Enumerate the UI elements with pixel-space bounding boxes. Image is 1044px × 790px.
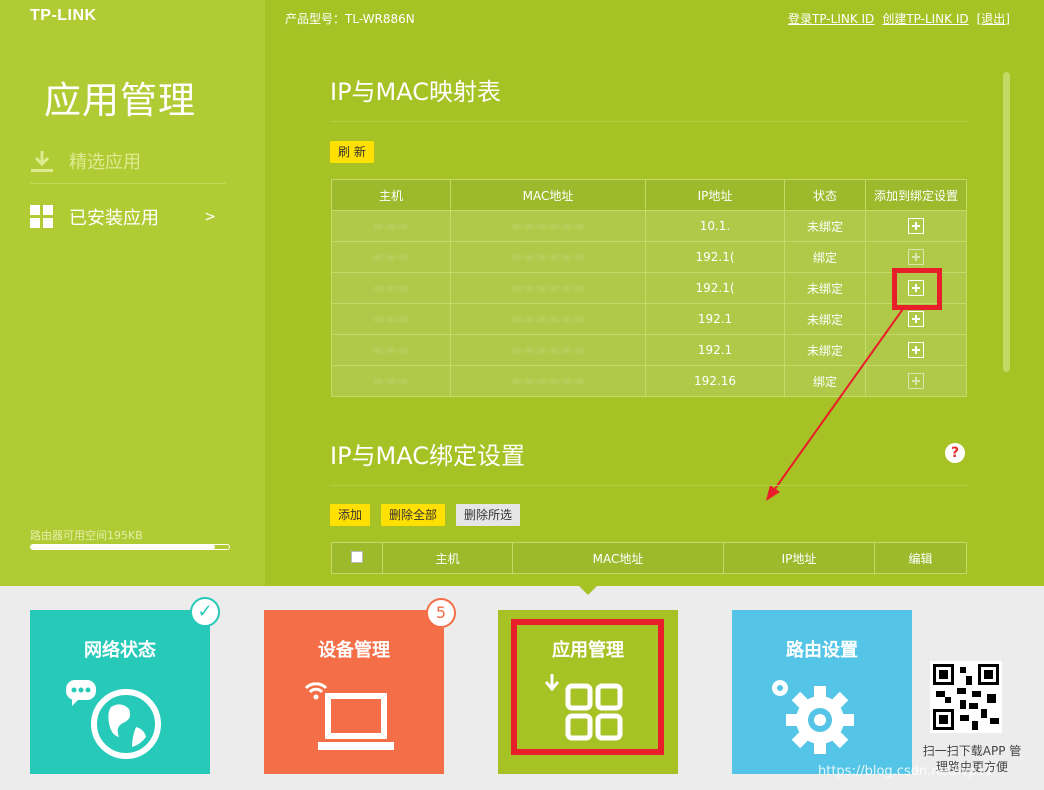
tile-label: 应用管理 <box>552 640 624 661</box>
bind-table: 主机 MAC地址 IP地址 编辑 <box>331 542 967 574</box>
add-button[interactable]: 添加 <box>330 504 371 526</box>
delete-selected-button[interactable]: 删除所选 <box>456 504 521 526</box>
tile-label: 路由设置 <box>786 640 858 661</box>
bottom-nav: 网络状态 ✓ 设备管理 5 应用管理 路由设置 扫一扫下载APP 管理路由更方便… <box>0 586 1044 790</box>
tile-label: 设备管理 <box>318 640 390 661</box>
tile-device-management[interactable]: 设备管理 <box>264 610 444 774</box>
watermark: https://blog.csdn.net/lvp11 <box>818 764 994 779</box>
column-header: 编辑 <box>874 542 967 574</box>
column-header: IP地址 <box>723 542 875 574</box>
select-all-cell <box>331 542 383 574</box>
bind-section-title: IP与MAC绑定设置 <box>330 436 967 486</box>
laptop-icon <box>304 682 394 750</box>
column-header: 主机 <box>382 542 513 574</box>
tile-label: 网络状态 <box>84 640 156 661</box>
tile-network-status[interactable]: 网络状态 <box>30 610 210 774</box>
device-count-badge: 5 <box>426 598 456 628</box>
column-header: MAC地址 <box>512 542 724 574</box>
delete-all-button[interactable]: 删除全部 <box>381 504 446 526</box>
globe-icon <box>66 680 161 759</box>
tile-app-management[interactable]: 应用管理 <box>498 610 678 774</box>
qr-code <box>930 661 1002 733</box>
select-all-checkbox[interactable] <box>351 550 363 563</box>
help-icon[interactable]: ? <box>945 443 965 463</box>
tile-router-settings[interactable]: 路由设置 <box>732 610 912 774</box>
gear-icon <box>772 680 854 754</box>
active-pointer <box>579 586 597 595</box>
check-icon: ✓ <box>190 597 220 627</box>
apps-grid-icon <box>544 674 623 741</box>
